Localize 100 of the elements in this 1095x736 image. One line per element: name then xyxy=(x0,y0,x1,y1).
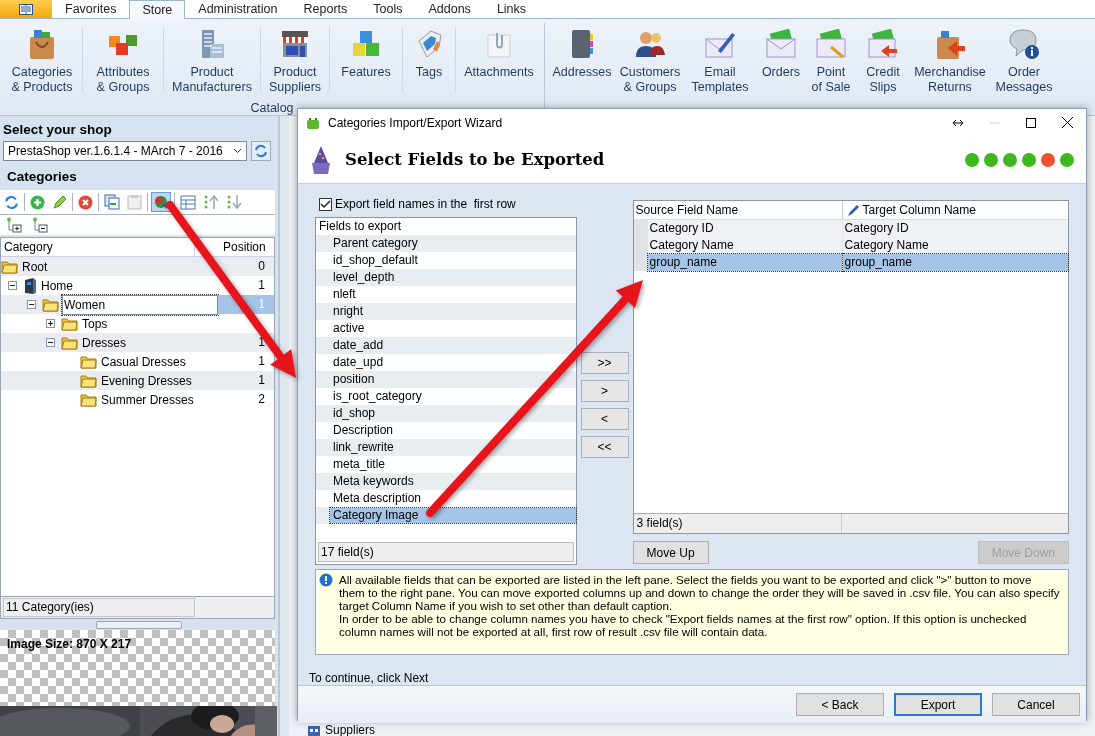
image-size-label: Image Size: 870 X 217 xyxy=(7,637,132,651)
ribbon-button[interactable]: Email Templates xyxy=(685,19,755,101)
field-count: 17 field(s) xyxy=(318,542,574,562)
address-book-icon xyxy=(569,28,595,60)
speech-bubble-icon xyxy=(1008,28,1040,60)
move-up-button[interactable]: Move Up xyxy=(632,541,709,564)
ribbon-button[interactable]: Order Messages xyxy=(989,19,1059,101)
collapse-icon[interactable] xyxy=(27,300,36,309)
tree-item-label: Tops xyxy=(81,315,109,332)
menu-tab[interactable]: Favorites xyxy=(52,0,130,18)
field-item[interactable]: Category Image xyxy=(330,508,576,523)
status-text: 11 Category(ies) xyxy=(3,598,195,617)
shop-dropdown[interactable]: PrestaShop ver.1.6.1.4 - MArch 7 - 2016 xyxy=(3,141,247,161)
folder-icon xyxy=(61,335,78,350)
cubes-icon xyxy=(351,29,381,59)
folder-icon xyxy=(80,392,97,407)
wizard-heading: Select Fields to be Exported xyxy=(345,150,606,169)
ribbon-button[interactable]: Point of Sale xyxy=(807,19,855,101)
tree-item-label: Root xyxy=(21,258,49,275)
position-cell: 1 xyxy=(258,297,265,311)
dialog-button[interactable]: Cancel xyxy=(992,693,1080,716)
window-title: Categories Import/Export Wizard xyxy=(328,115,504,130)
group-label: Catalog xyxy=(249,101,295,115)
row-header[interactable] xyxy=(633,254,648,271)
transfer-button[interactable]: >> xyxy=(580,352,629,374)
ribbon-button[interactable]: Tags xyxy=(405,19,453,101)
tree-item-label: Home xyxy=(40,277,74,294)
ribbon-button[interactable]: Product Suppliers xyxy=(263,19,327,101)
table-cell[interactable]: group_name xyxy=(842,254,1068,271)
field-item[interactable]: Description xyxy=(330,423,576,438)
grid-icon[interactable] xyxy=(178,192,198,212)
copy-icon[interactable] xyxy=(102,192,122,212)
field-item[interactable]: active xyxy=(330,321,576,336)
checkbox-label[interactable]: Export field names in the first row xyxy=(335,197,516,211)
maximize-icon[interactable] xyxy=(1026,117,1036,128)
field-item[interactable]: nleft xyxy=(330,287,576,302)
position-cell: 1 xyxy=(258,335,265,349)
ribbon-button[interactable]: Categories & Products xyxy=(4,19,80,101)
field-item[interactable]: is_root_category xyxy=(330,389,576,404)
wizard-icon xyxy=(311,144,331,175)
ribbon-button[interactable]: Credit Slips xyxy=(855,19,911,101)
sync-button[interactable] xyxy=(151,192,171,212)
expand-icon[interactable] xyxy=(46,319,55,328)
section-title: Select your shop xyxy=(2,121,113,139)
tree-row[interactable]: Root 0 xyxy=(1,257,274,276)
field-item[interactable]: meta_title xyxy=(330,457,576,472)
position-cell: 1 xyxy=(258,373,265,387)
people-icon xyxy=(634,29,666,59)
tree-item-label: Dresses xyxy=(81,334,127,351)
expand-all-icon[interactable] xyxy=(4,215,24,235)
ribbon-button[interactable]: Product Manufacturers xyxy=(166,19,258,101)
transfer-button[interactable]: < xyxy=(580,408,629,430)
table-cell[interactable]: Category Name xyxy=(842,237,1068,254)
tree-row[interactable]: Dresses 1 xyxy=(1,333,274,352)
tree-row[interactable]: Evening Dresses 1 xyxy=(1,371,274,390)
dialog-button[interactable]: Export xyxy=(894,693,982,716)
splitter-handle[interactable] xyxy=(96,620,182,629)
field-item[interactable]: date_upd xyxy=(330,355,576,370)
table-cell[interactable]: group_name xyxy=(647,254,843,271)
field-item[interactable]: Meta description xyxy=(330,491,576,506)
menu-tab[interactable]: Store xyxy=(129,0,186,19)
list-item[interactable]: Suppliers xyxy=(325,722,376,736)
ribbon-button[interactable]: Attachments xyxy=(458,19,540,101)
collapse-icon[interactable] xyxy=(46,338,55,347)
field-item[interactable]: id_shop_default xyxy=(330,253,576,268)
ribbon-button[interactable]: Features xyxy=(332,19,400,101)
app-icon xyxy=(306,115,320,130)
menu-tab[interactable]: Administration xyxy=(185,0,291,18)
collapse-all-icon[interactable] xyxy=(30,215,50,235)
close-icon[interactable] xyxy=(1062,117,1073,128)
tree-item-label: Women xyxy=(62,294,218,315)
transfer-button[interactable]: > xyxy=(580,380,629,402)
tree-row[interactable]: Casual Dresses 1 xyxy=(1,352,274,371)
application-menu-button[interactable] xyxy=(0,0,52,18)
ribbon-button[interactable]: Addresses xyxy=(549,19,615,101)
menu-tab[interactable]: Links xyxy=(483,0,540,18)
clipboard-icon[interactable] xyxy=(125,192,144,212)
table-cell[interactable]: Category ID xyxy=(842,220,1068,237)
transfer-button[interactable]: << xyxy=(580,436,629,458)
dialog-button[interactable]: < Back xyxy=(796,693,884,716)
pen-icon xyxy=(846,203,860,217)
envelope-icon xyxy=(867,29,899,59)
ribbon-button[interactable]: Customers & Groups xyxy=(615,19,685,101)
menu-tab[interactable]: Tools xyxy=(360,0,416,18)
tree-row[interactable]: Summer Dresses 2 xyxy=(1,390,274,409)
folder-icon xyxy=(42,297,59,312)
checkbox[interactable] xyxy=(319,197,332,211)
ribbon-button[interactable]: Orders xyxy=(755,19,807,101)
tree-row[interactable]: Women 1 xyxy=(1,295,274,314)
tree-row[interactable]: Home 1 xyxy=(1,276,274,295)
menu-tab[interactable]: Addons xyxy=(415,0,484,18)
collapse-icon[interactable] xyxy=(8,281,17,290)
menu-tab[interactable]: Reports xyxy=(290,0,361,18)
refresh-icon xyxy=(254,144,268,158)
ribbon-button[interactable]: Attributes & Groups xyxy=(85,19,161,101)
ribbon-button[interactable]: Merchandise Returns xyxy=(911,19,989,101)
refresh-button[interactable] xyxy=(251,141,271,161)
folder-icon xyxy=(61,316,78,331)
column-header: Category xyxy=(1,238,195,256)
tree-row[interactable]: Tops xyxy=(1,314,274,333)
